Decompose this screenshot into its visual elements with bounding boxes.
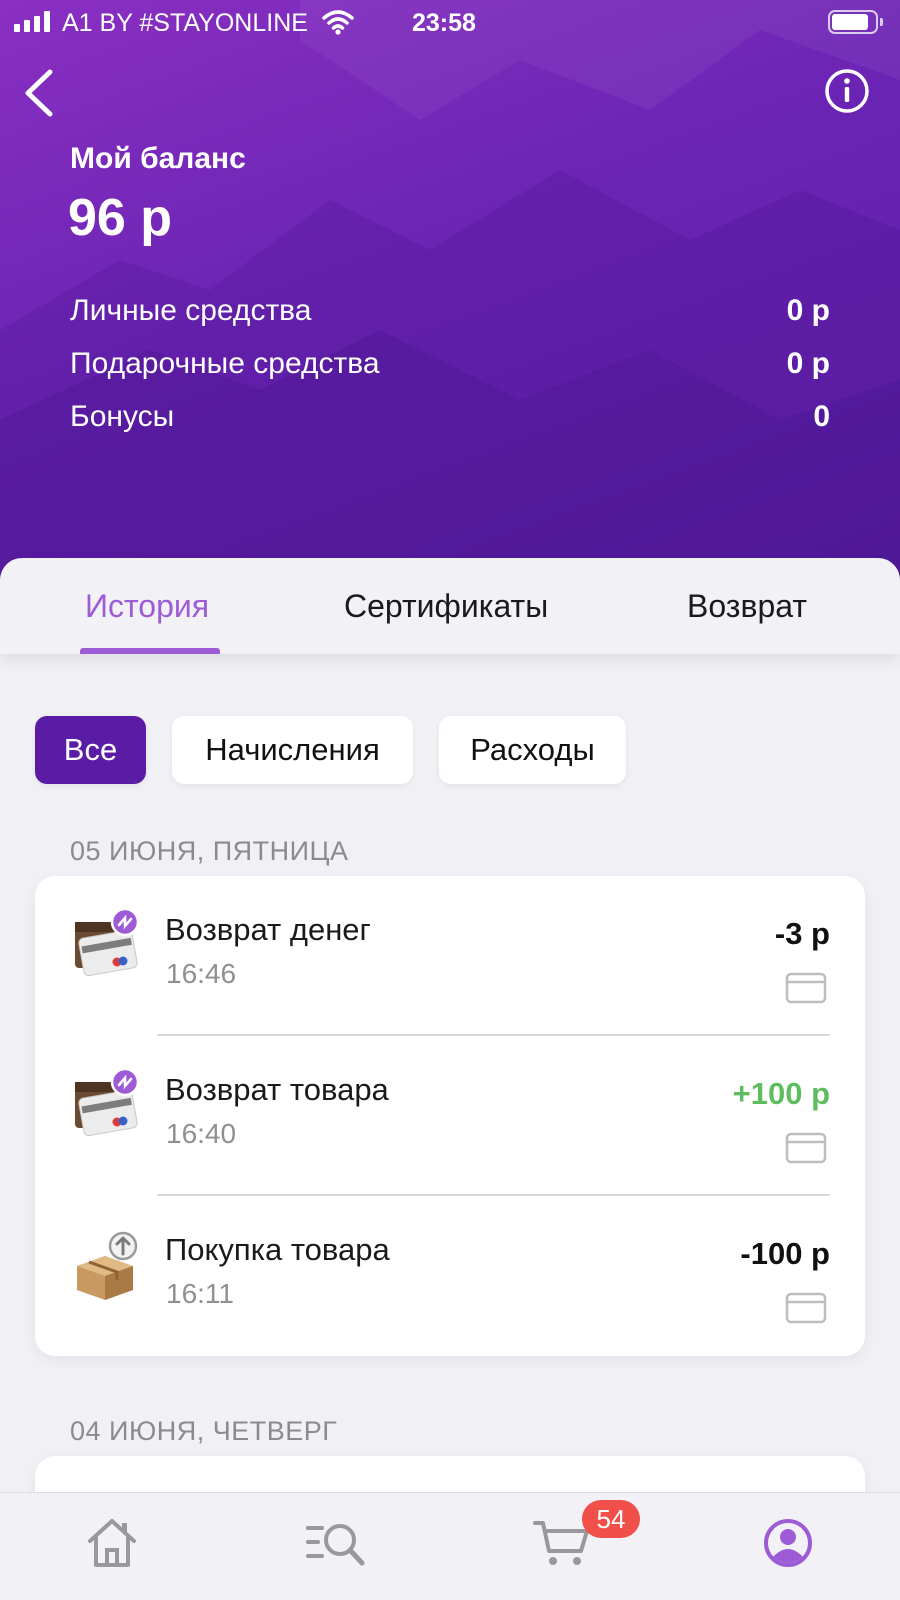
transaction-time: 16:11 [166, 1278, 234, 1309]
chevron-left-icon[interactable] [18, 66, 62, 118]
transaction-amount: -3 р [774, 916, 830, 951]
transaction-title: Покупка товара [165, 1232, 390, 1267]
refund-card-icon [75, 908, 140, 977]
row-value: 0 р [786, 347, 830, 380]
wifi-icon [322, 10, 354, 35]
nav-profile[interactable] [756, 1515, 820, 1571]
signal-icon [14, 10, 50, 32]
balance-header: A1 BY #STAYONLINE 23:58 Мой баланс 96 р … [0, 0, 900, 580]
battery-icon [828, 10, 883, 34]
bottom-navigation [0, 1492, 900, 1600]
tab-certificates[interactable]: Сертификаты [344, 588, 548, 625]
row-label: Личные средства [70, 294, 312, 327]
filter-expenses-chip[interactable]: Расходы [439, 716, 626, 784]
nav-catalog[interactable] [304, 1515, 368, 1571]
filter-all-chip[interactable]: Все [35, 716, 146, 784]
mountain-background [0, 0, 900, 580]
clock: 23:58 [412, 9, 476, 37]
refund-card-icon [75, 1068, 140, 1137]
transaction-amount: +100 р [732, 1076, 830, 1111]
tab-history[interactable]: История [85, 588, 209, 625]
transaction-row[interactable]: Возврат денег 16:46 -3 р [35, 876, 865, 1036]
filter-accruals-chip[interactable]: Начисления [172, 716, 413, 784]
gift-funds-row: Подарочные средства 0 р [70, 347, 830, 381]
transaction-amount: -100 р [740, 1236, 830, 1271]
info-icon[interactable] [824, 68, 870, 114]
profile-icon [764, 1519, 812, 1567]
date-header: 04 ИЮНЯ, ЧЕТВЕРГ [70, 1416, 338, 1446]
bonuses-row: Бонусы 0 [70, 400, 830, 434]
carrier-name: A1 BY #STAYONLINE [62, 9, 308, 37]
transaction-row[interactable]: Покупка товара 16:11 -100 р [35, 1196, 865, 1356]
date-header: 05 ИЮНЯ, ПЯТНИЦА [70, 836, 349, 866]
tab-bar: История Сертификаты Возврат [0, 558, 900, 654]
transaction-row[interactable]: Возврат товара 16:40 +100 р [35, 1036, 865, 1196]
transaction-time: 16:46 [166, 958, 237, 989]
catalog-search-icon [306, 1524, 365, 1566]
card-payment-icon [785, 1132, 827, 1164]
active-tab-indicator [80, 648, 220, 654]
row-label: Подарочные средства [70, 347, 380, 380]
row-value: 0 [813, 400, 830, 433]
personal-funds-row: Личные средства 0 р [70, 294, 830, 328]
transaction-time: 16:40 [166, 1118, 237, 1149]
purchase-box-icon [77, 1231, 138, 1300]
balance-amount: 96 р [68, 189, 173, 247]
transactions-card: Возврат денег 16:46 -3 р Возврат товара … [35, 876, 865, 1356]
tab-returns[interactable]: Возврат [687, 588, 807, 625]
card-payment-icon [785, 972, 827, 1004]
balance-title: Мой баланс [70, 142, 246, 175]
transaction-title: Возврат товара [165, 1072, 389, 1107]
nav-home[interactable] [80, 1515, 144, 1571]
home-icon [88, 1519, 136, 1567]
row-value: 0 р [786, 294, 830, 327]
cart-badge: 54 [582, 1500, 640, 1538]
status-bar: A1 BY #STAYONLINE 23:58 [0, 0, 900, 46]
row-label: Бонусы [70, 400, 175, 433]
transaction-title: Возврат денег [165, 912, 371, 947]
card-payment-icon [785, 1292, 827, 1324]
